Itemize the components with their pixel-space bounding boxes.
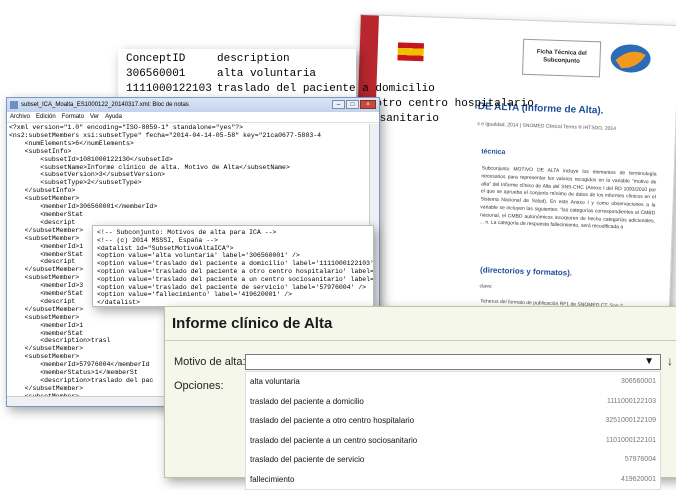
option-code: 3251000122109 (605, 417, 656, 425)
option-code: 419620001 (620, 475, 656, 483)
option-code: 1101000122101 (605, 436, 656, 444)
table-row: 1111000122103 traslado del paciente a do… (126, 83, 435, 95)
menu-item-archivo[interactable]: Archivo (10, 114, 30, 120)
table-row: osanitario (373, 113, 439, 125)
table-cell: alta voluntaria (217, 68, 317, 80)
pdf-section2-heading: (directorios y formatos). (479, 265, 573, 278)
table-row: 306560001 alta voluntaria (126, 68, 316, 80)
table-cell: 1111000122103 (126, 83, 212, 95)
table-header-cell: ConceptID (126, 53, 186, 65)
option-label: traslado del paciente a un centro socios… (250, 435, 418, 445)
close-button[interactable]: × (360, 100, 376, 109)
pdf-ficha-line1: Ficha Técnica del (536, 49, 587, 58)
option-code: 1111000122103 (606, 397, 656, 405)
option-item[interactable]: traslado del paciente a un centro socios… (246, 431, 660, 451)
option-label: alta voluntaria (250, 377, 300, 387)
motivo-label: Motivo de alta: (174, 356, 246, 368)
pdf-ficha-box: Ficha Técnica del Subconjunto (521, 38, 602, 78)
option-label: traslado del paciente a domicilio (250, 396, 364, 406)
minimize-button[interactable]: – (332, 100, 345, 109)
option-code: 306560001 (620, 378, 656, 386)
menu-item-edicion[interactable]: Edición (36, 114, 56, 120)
option-code: 57976004 (624, 456, 656, 464)
menu-item-formato[interactable]: Formato (62, 114, 84, 120)
option-label: traslado del paciente a otro centro hosp… (250, 416, 415, 426)
opciones-label: Opciones: (174, 380, 224, 392)
table-header-cell: description (217, 53, 290, 65)
maximize-button[interactable]: □ (346, 100, 359, 109)
option-item[interactable]: traslado del paciente a domicilio 111100… (246, 392, 660, 412)
pdf-section-heading: técnica (481, 148, 506, 157)
arrow-down-icon: ↓ (667, 354, 673, 368)
option-item[interactable]: alta voluntaria 306560001 (246, 372, 660, 392)
option-label: fallecimiento (250, 474, 295, 484)
option-item[interactable]: traslado del paciente a otro centro hosp… (246, 411, 660, 431)
option-item[interactable]: traslado del paciente de servicio 579760… (246, 450, 660, 470)
snomed-logo-icon (610, 44, 651, 73)
motivo-select[interactable]: ▼ (245, 354, 661, 370)
menu-item-ayuda[interactable]: Ayuda (105, 114, 122, 120)
informe-form-panel: Informe clínico de Alta Motivo de alta: … (164, 306, 676, 490)
pdf-clave-text: clave: (479, 283, 493, 290)
dropdown-caret-icon[interactable]: ▼ (644, 356, 654, 367)
option-label: traslado del paciente de servicio (250, 455, 365, 465)
form-title: Informe clínico de Alta (172, 315, 333, 332)
pdf-subtitle: s e Igualdad, 2014 | SNOMED Clinical Ter… (477, 121, 617, 133)
datalist-code-snippet: <!-- Subconjunto: Motivos de alta para I… (92, 225, 374, 307)
notepad-title: subset_ICA_Moalta_ES1000122_20140317.xml… (21, 102, 189, 108)
table-cell: traslado del paciente a domicilio (217, 83, 435, 95)
notepad-app-icon (10, 101, 18, 109)
table-cell: osanitario (373, 113, 440, 125)
notepad-titlebar[interactable]: subset_ICA_Moalta_ES1000122_20140317.xml… (7, 98, 379, 112)
spain-flag-icon (397, 42, 425, 62)
option-item[interactable]: fallecimiento 419620001 (246, 470, 660, 490)
menu-item-ver[interactable]: Ver (90, 114, 99, 120)
pdf-paragraph: Subconjunto MOTIVO DE ALTA incluye los e… (479, 165, 657, 231)
notepad-menubar: Archivo Edición Formato Ver Ayuda (7, 112, 379, 123)
pdf-ficha-line2: Subconjunto (543, 57, 580, 65)
form-body: Motivo de alta: ▼ ↓ Opciones: alta volun… (165, 340, 676, 490)
table-header: ConceptID description (126, 53, 290, 65)
options-list: alta voluntaria 306560001 traslado del p… (245, 371, 661, 490)
table-cell: 306560001 (126, 68, 186, 80)
